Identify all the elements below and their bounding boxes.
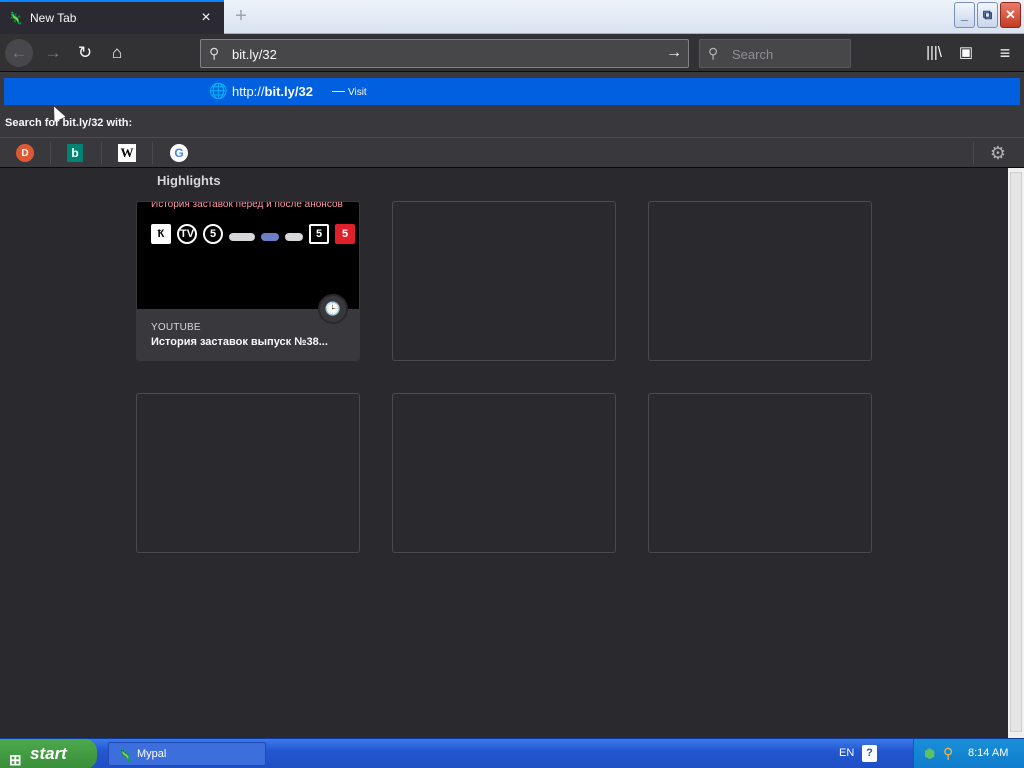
tab-title: New Tab: [30, 11, 77, 25]
highlights-heading: Highlights: [157, 173, 221, 188]
navigation-toolbar: ← → ↻ ⌂ ⚲ bit.ly/32 → ⚲ Search |||\ ▣ ≡: [0, 34, 1024, 72]
channel-logo: TV: [177, 224, 197, 244]
reload-button[interactable]: ↻: [71, 39, 99, 67]
search-icon: ⚲: [209, 45, 220, 61]
start-button[interactable]: ⊞ start: [0, 739, 97, 768]
url-autocomplete-popup: 🌐 http://bit.ly/32 — Visit Search for bi…: [0, 72, 1024, 168]
new-tab-button[interactable]: +: [230, 6, 252, 28]
google-icon[interactable]: G: [170, 144, 188, 162]
tab-close-icon[interactable]: ×: [196, 8, 216, 28]
globe-icon: 🌐: [209, 83, 228, 100]
system-tray: ⬢ ⚲ 8:14 AM: [913, 739, 1024, 768]
one-off-search-engines: D b W G ⚙: [0, 137, 1024, 168]
new-tab-page: Highlights История заставок перед и посл…: [0, 168, 1008, 738]
highlight-card[interactable]: История заставок перед и после анонсов Ҟ…: [136, 201, 360, 361]
search-icon[interactable]: ⚲: [943, 745, 953, 762]
result-separator: —: [332, 83, 345, 98]
thumbnail-caption: История заставок перед и после анонсов: [151, 201, 343, 210]
card-title: История заставок выпуск №38...: [151, 336, 328, 348]
maximize-button[interactable]: ⧉: [977, 2, 998, 28]
highlight-placeholder: [392, 393, 616, 553]
menu-icon[interactable]: ≡: [994, 42, 1016, 64]
go-arrow-icon[interactable]: →: [666, 44, 682, 62]
scrollbar[interactable]: [1008, 168, 1024, 738]
mypal-icon: 🦎: [118, 748, 133, 762]
card-thumbnail: История заставок перед и после анонсов Ҟ…: [137, 201, 359, 309]
url-bar[interactable]: ⚲ bit.ly/32 →: [200, 39, 689, 68]
channel-logo: 5: [335, 224, 355, 244]
back-button[interactable]: ←: [5, 39, 33, 67]
search-input[interactable]: Search: [732, 47, 773, 62]
start-label: start: [30, 744, 67, 763]
highlight-placeholder: [392, 201, 616, 361]
help-icon[interactable]: ?: [862, 745, 877, 762]
taskbar-item-mypal[interactable]: 🦎 Mypal: [108, 742, 266, 766]
duckduckgo-icon[interactable]: D: [16, 144, 34, 162]
scrollbar-thumb[interactable]: [1010, 172, 1022, 732]
gear-icon[interactable]: ⚙: [988, 143, 1008, 163]
highlight-placeholder: [136, 393, 360, 553]
taskbar: ⊞ start 🦎 Mypal EN ? ⬢ ⚲ 8:14 AM: [0, 738, 1024, 768]
result-action-label: Visit: [348, 87, 367, 98]
card-source: YOUTUBE: [151, 322, 201, 333]
home-button[interactable]: ⌂: [103, 39, 131, 67]
forward-button[interactable]: →: [39, 39, 67, 67]
channel-logo: [261, 233, 279, 241]
autocomplete-result-visit[interactable]: 🌐 http://bit.ly/32 — Visit: [4, 78, 1020, 105]
channel-logo: 5: [203, 224, 223, 244]
language-indicator[interactable]: EN: [839, 747, 854, 759]
mypal-icon: 🦎: [8, 11, 23, 25]
library-icon[interactable]: |||\: [923, 42, 945, 64]
search-box[interactable]: ⚲ Search: [699, 39, 851, 68]
divider: [152, 142, 153, 164]
tab-new-tab[interactable]: 🦎 New Tab ×: [0, 0, 224, 34]
network-icon[interactable]: ⬢: [924, 746, 935, 762]
url-input[interactable]: bit.ly/32: [232, 47, 277, 62]
divider: [101, 142, 102, 164]
sidebar-icon[interactable]: ▣: [955, 42, 977, 64]
highlight-placeholder: [648, 393, 872, 553]
thumbnail-logos: Ҟ TV 5 5 5: [151, 224, 355, 244]
close-window-button[interactable]: ✕: [1000, 2, 1021, 28]
channel-logo: Ҟ: [151, 224, 171, 244]
windows-flag-icon: ⊞: [9, 752, 22, 768]
divider: [973, 142, 974, 164]
minimize-button[interactable]: _: [954, 2, 975, 28]
clock-icon: 🕒: [318, 294, 348, 324]
bing-icon[interactable]: b: [67, 144, 83, 162]
channel-logo: [229, 233, 255, 241]
result-url: http://bit.ly/32: [232, 84, 313, 99]
wikipedia-icon[interactable]: W: [118, 144, 136, 162]
highlight-placeholder: [648, 201, 872, 361]
divider: [50, 142, 51, 164]
search-with-label: Search for bit.ly/32 with:: [5, 117, 133, 129]
channel-logo: 5: [309, 224, 329, 244]
channel-logo: [285, 233, 303, 241]
search-icon: ⚲: [708, 45, 719, 61]
clock: 8:14 AM: [968, 747, 1009, 759]
taskbar-item-label: Mypal: [137, 748, 167, 760]
screen: 🦎 New Tab × + _ ⧉ ✕ ← → ↻ ⌂ ⚲ bit.ly/32 …: [0, 0, 1024, 768]
tab-strip: 🦎 New Tab × + _ ⧉ ✕: [0, 0, 1024, 34]
